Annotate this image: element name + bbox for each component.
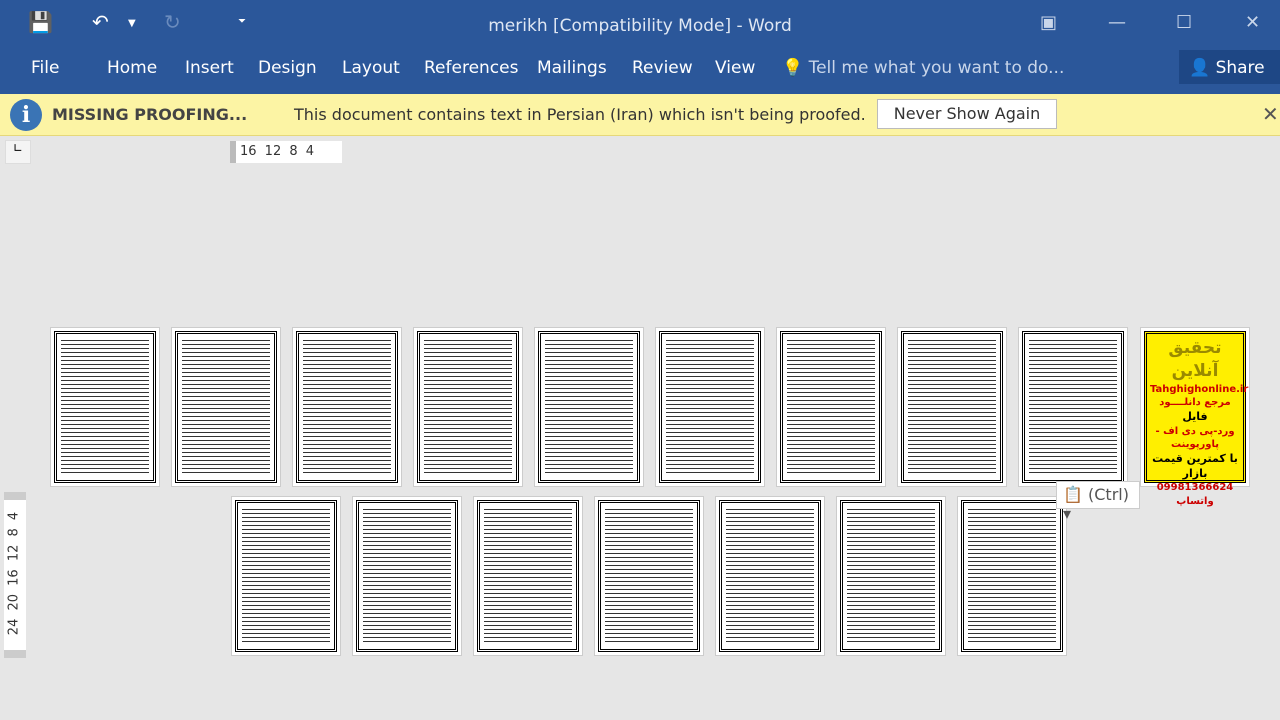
paste-options-button[interactable]: 📋 (Ctrl) ▾ (1056, 481, 1140, 523)
tab-review[interactable]: Review (632, 58, 693, 78)
page-thumbnail[interactable] (413, 327, 523, 487)
tell-me-input[interactable]: 💡 Tell me what you want to do... (782, 58, 1064, 78)
message-text: This document contains text in Persian (… (294, 105, 866, 124)
never-show-again-button[interactable]: Never Show Again (877, 99, 1057, 129)
window-title: merikh [Compatibility Mode] - Word (488, 16, 792, 36)
tab-references[interactable]: References (424, 58, 518, 78)
ad-line: با کمترین قیمت بازار (1152, 451, 1238, 480)
page-thumbnail[interactable] (655, 327, 765, 487)
vertical-ruler[interactable]: 24 20 16 12 8 4 (4, 492, 26, 658)
page-thumbnail[interactable] (473, 496, 583, 656)
horizontal-ruler[interactable]: 16 12 8 4 (230, 141, 342, 163)
ribbon-tabs: File Home Insert Design Layout Reference… (0, 50, 1280, 94)
ad-line: مرجع دانلــــود (1159, 397, 1231, 409)
page-thumbnail[interactable] (292, 327, 402, 487)
page-thumbnail[interactable] (776, 327, 886, 487)
ad-line: فایل (1182, 409, 1208, 423)
message-heading: MISSING PROOFING... (52, 105, 248, 124)
tab-insert[interactable]: Insert (185, 58, 234, 78)
share-label: Share (1215, 58, 1265, 78)
info-icon: i (10, 99, 42, 131)
page-thumbnail[interactable] (534, 327, 644, 487)
tell-me-placeholder: Tell me what you want to do... (808, 58, 1065, 78)
title-bar: 💾 ↶ ▼ ↻ ⏷ merikh [Compatibility Mode] - … (0, 0, 1280, 50)
tab-home[interactable]: Home (107, 58, 157, 78)
page-thumbnail[interactable] (715, 496, 825, 656)
maximize-icon[interactable]: ☐ (1176, 12, 1192, 33)
ad-url: Tahghighonline.ir (1150, 383, 1249, 395)
person-icon: 👤 (1189, 58, 1211, 78)
page-thumbnail[interactable] (352, 496, 462, 656)
ribbon-display-icon[interactable]: ▣ (1040, 12, 1057, 33)
ad-title: تحقیق آنلاین (1168, 338, 1222, 381)
ad-line: ورد-پی دی اف - پاورپوینت (1155, 425, 1235, 451)
page-thumbnail[interactable] (897, 327, 1007, 487)
page-thumbnail[interactable] (836, 496, 946, 656)
minimize-icon[interactable]: — (1108, 12, 1126, 33)
page-advertisement[interactable]: تحقیق آنلاین Tahghighonline.ir مرجع دانل… (1140, 327, 1250, 507)
page-thumbnail[interactable] (50, 327, 160, 487)
tab-design[interactable]: Design (258, 58, 317, 78)
tab-selector[interactable]: ∟ (5, 140, 31, 164)
paste-label: (Ctrl) (1088, 485, 1129, 504)
page-thumbnail[interactable] (231, 496, 341, 656)
page-thumbnail[interactable] (594, 496, 704, 656)
ad-phone: 09981366624 واتساپ (1156, 482, 1234, 507)
page-thumbnail[interactable] (1018, 327, 1128, 487)
page-thumbnail[interactable] (171, 327, 281, 487)
share-button[interactable]: 👤 Share (1179, 50, 1280, 84)
close-message-icon[interactable]: ✕ (1262, 102, 1279, 126)
clipboard-icon: 📋 (1063, 485, 1083, 504)
lightbulb-icon: 💡 (782, 58, 804, 78)
message-bar: i MISSING PROOFING... This document cont… (0, 94, 1280, 136)
vertical-ruler-labels: 24 20 16 12 8 4 (6, 511, 22, 636)
tab-mailings[interactable]: Mailings (537, 58, 607, 78)
tab-file[interactable]: File (31, 58, 59, 78)
page-thumbnail[interactable] (957, 496, 1067, 656)
tab-view[interactable]: View (715, 58, 755, 78)
tab-layout[interactable]: Layout (342, 58, 400, 78)
close-icon[interactable]: ✕ (1245, 12, 1260, 33)
